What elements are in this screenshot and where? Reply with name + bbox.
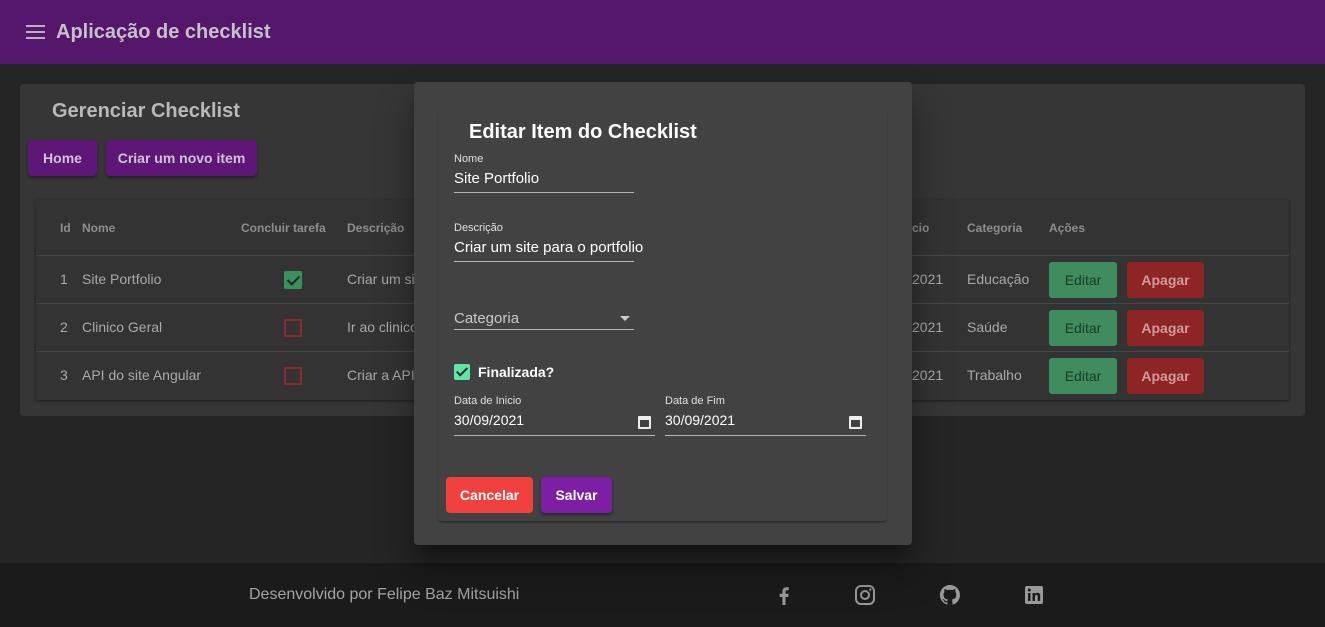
delete-button[interactable]: Apagar [1127, 262, 1204, 298]
end-date-input[interactable]: 30/09/2021 [665, 412, 735, 428]
finished-checkbox[interactable] [454, 364, 470, 380]
cell-date: 2021 [912, 367, 944, 383]
end-date-underline [665, 435, 866, 436]
start-date-input[interactable]: 30/09/2021 [454, 412, 524, 428]
cell-id: 3 [60, 367, 68, 383]
cell-category: Trabalho [967, 367, 1022, 383]
edit-item-form: Editar Item do Checklist Nome Site Portf… [438, 106, 887, 521]
cell-date: 2021 [912, 271, 944, 287]
finished-label: Finalizada? [478, 364, 555, 380]
cell-name: Site Portfolio [82, 271, 162, 287]
edit-item-dialog: Editar Item do Checklist Nome Site Portf… [414, 82, 912, 545]
end-date-label: Data de Fim [665, 395, 725, 407]
complete-checkbox[interactable] [284, 367, 302, 385]
cancel-button[interactable]: Cancelar [446, 477, 533, 513]
cell-id: 1 [60, 271, 68, 287]
new-item-button[interactable]: Criar um novo item [106, 140, 257, 176]
github-icon[interactable] [938, 583, 962, 607]
header-id: Id [60, 221, 71, 235]
header-complete: Concluir tarefa [241, 221, 326, 235]
calendar-icon[interactable] [849, 416, 862, 429]
save-button[interactable]: Salvar [541, 477, 612, 513]
instagram-icon[interactable] [853, 583, 877, 607]
dialog-title: Editar Item do Checklist [469, 121, 697, 143]
complete-checkbox[interactable] [284, 319, 302, 337]
app-toolbar: Aplicação de checklist [0, 0, 1325, 64]
header-actions: Ações [1049, 221, 1086, 235]
cell-id: 2 [60, 319, 68, 335]
cell-name: Clinico Geral [82, 319, 163, 335]
edit-button[interactable]: Editar [1049, 358, 1117, 394]
home-button[interactable]: Home [28, 140, 97, 176]
edit-button[interactable]: Editar [1049, 262, 1117, 298]
footer-credit: Desenvolvido por Felipe Baz Mitsuishi [249, 586, 520, 603]
header-name: Nome [82, 221, 116, 235]
header-description: Descrição [347, 221, 405, 235]
cell-description: Criar um si [347, 271, 415, 287]
delete-button[interactable]: Apagar [1127, 358, 1204, 394]
category-select[interactable]: Categoria [454, 310, 519, 327]
start-date-underline [454, 435, 655, 436]
cell-date: 2021 [912, 319, 944, 335]
cell-category: Educação [967, 271, 1030, 287]
linkedin-icon[interactable] [1022, 583, 1046, 607]
description-label: Descrição [454, 222, 503, 234]
cell-category: Saúde [967, 319, 1008, 335]
header-date: cio [912, 221, 930, 235]
cell-description: Criar a API [347, 367, 415, 383]
cell-description: Ir ao clinico [347, 319, 418, 335]
name-underline [454, 192, 634, 193]
page-title: Gerenciar Checklist [52, 100, 240, 122]
calendar-icon[interactable] [638, 416, 651, 429]
footer: Desenvolvido por Felipe Baz Mitsuishi [0, 563, 1325, 627]
description-underline [454, 261, 634, 262]
delete-button[interactable]: Apagar [1127, 310, 1204, 346]
category-underline [454, 329, 634, 330]
cell-name: API do site Angular [82, 367, 202, 383]
name-label: Nome [454, 153, 484, 165]
complete-checkbox[interactable] [284, 271, 302, 289]
name-field[interactable]: Site Portfolio [454, 170, 539, 187]
menu-icon[interactable] [26, 25, 45, 39]
facebook-icon[interactable] [772, 583, 796, 607]
header-category: Categoria [967, 221, 1023, 235]
start-date-label: Data de Inicio [454, 395, 522, 407]
description-field[interactable]: Criar um site para o portfolio [454, 239, 643, 256]
edit-button[interactable]: Editar [1049, 310, 1117, 346]
app-title: Aplicação de checklist [56, 20, 271, 43]
chevron-down-icon[interactable] [620, 316, 630, 321]
